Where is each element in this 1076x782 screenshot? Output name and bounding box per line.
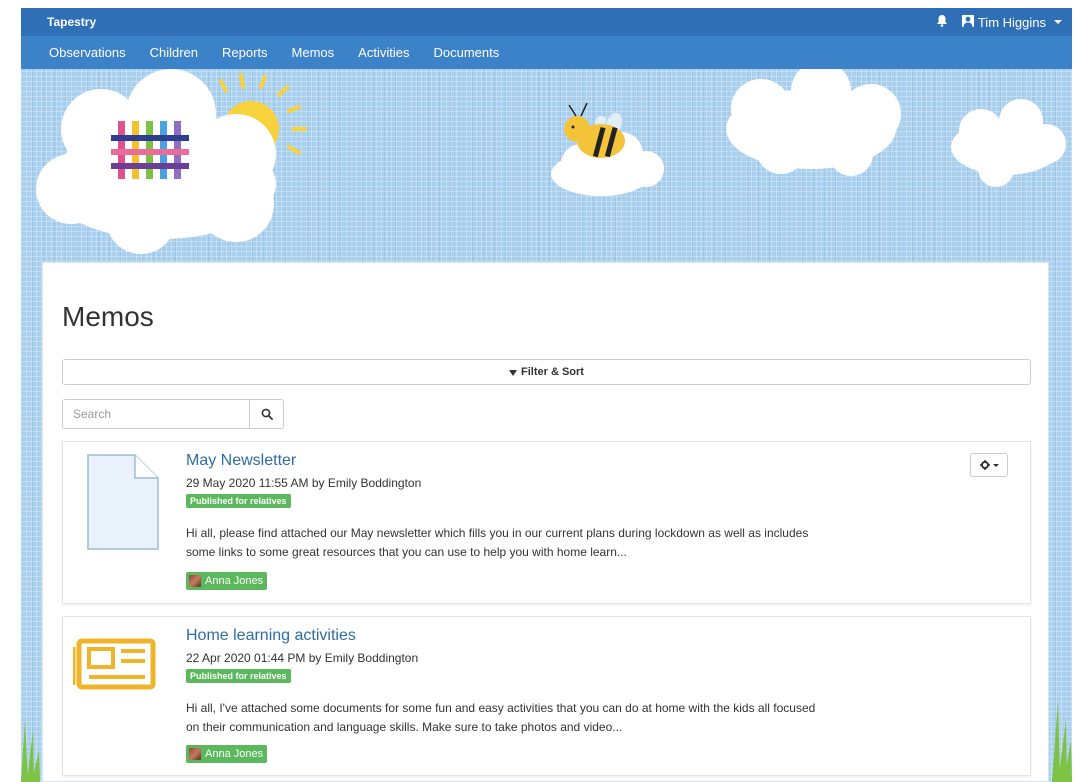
brand-name[interactable]: Tapestry [47,15,96,29]
chevron-down-icon [992,463,999,467]
grass-right-decoration [1052,700,1072,782]
cloud-right-2 [951,99,1066,187]
main-nav: Observations Children Reports Memos Acti… [21,36,1072,69]
tapestry-logo-icon [111,121,189,179]
grass-left-decoration [21,720,40,782]
memo-options-button[interactable] [970,453,1008,477]
chevron-down-icon [1054,20,1062,24]
nav-documents[interactable]: Documents [433,45,499,60]
search-group [62,399,284,429]
search-input[interactable] [62,399,250,429]
nav-observations[interactable]: Observations [49,45,126,60]
search-icon [261,408,273,420]
logo-cloud [36,69,276,254]
nav-children[interactable]: Children [150,45,198,60]
memo-excerpt: Hi all, I've attached some documents for… [186,701,816,734]
status-badge: Published for relatives [186,494,291,508]
memo-card: Home learning activities 22 Apr 2020 01:… [62,616,1031,776]
nav-reports[interactable]: Reports [222,45,268,60]
filter-icon [509,370,518,376]
memo-meta: 29 May 2020 11:55 AM by Emily Boddington [186,476,422,490]
user-name: Tim Higgins [977,14,1046,30]
memo-excerpt: Hi all, please find attached our May new… [186,526,809,559]
newspaper-icon [73,638,156,690]
status-badge: Published for relatives [186,669,291,683]
nav-memos[interactable]: Memos [292,45,335,60]
child-name: Anna Jones [205,748,264,760]
child-tag[interactable]: Anna Jones [186,572,268,590]
memo-title[interactable]: May Newsletter [186,452,296,470]
avatar [189,575,201,587]
memo-meta: 22 Apr 2020 01:44 PM by Emily Boddington [186,651,419,665]
top-bar: Tapestry Tim Higgins [21,8,1072,36]
user-icon [961,14,974,30]
search-button[interactable] [249,399,284,429]
page-title: Memos [62,301,154,332]
user-area: Tim Higgins [936,14,1062,30]
gear-icon [979,460,990,470]
user-menu[interactable]: Tim Higgins [961,14,1062,30]
memo-title[interactable]: Home learning activities [186,627,356,645]
child-name: Anna Jones [205,575,264,587]
nav-activities[interactable]: Activities [358,45,409,60]
child-tag[interactable]: Anna Jones [186,745,268,763]
avatar [189,748,201,760]
filter-sort-label: Filter & Sort [521,366,584,378]
bell-icon[interactable] [936,14,948,30]
filter-sort-button[interactable]: Filter & Sort [62,359,1031,385]
memo-card: May Newsletter 29 May 2020 11:55 AM by E… [62,441,1031,604]
main-panel: Memos Filter & Sort May Newsletter 29 Ma… [42,262,1049,782]
document-icon [87,454,159,550]
cloud-right-1 [726,69,901,176]
